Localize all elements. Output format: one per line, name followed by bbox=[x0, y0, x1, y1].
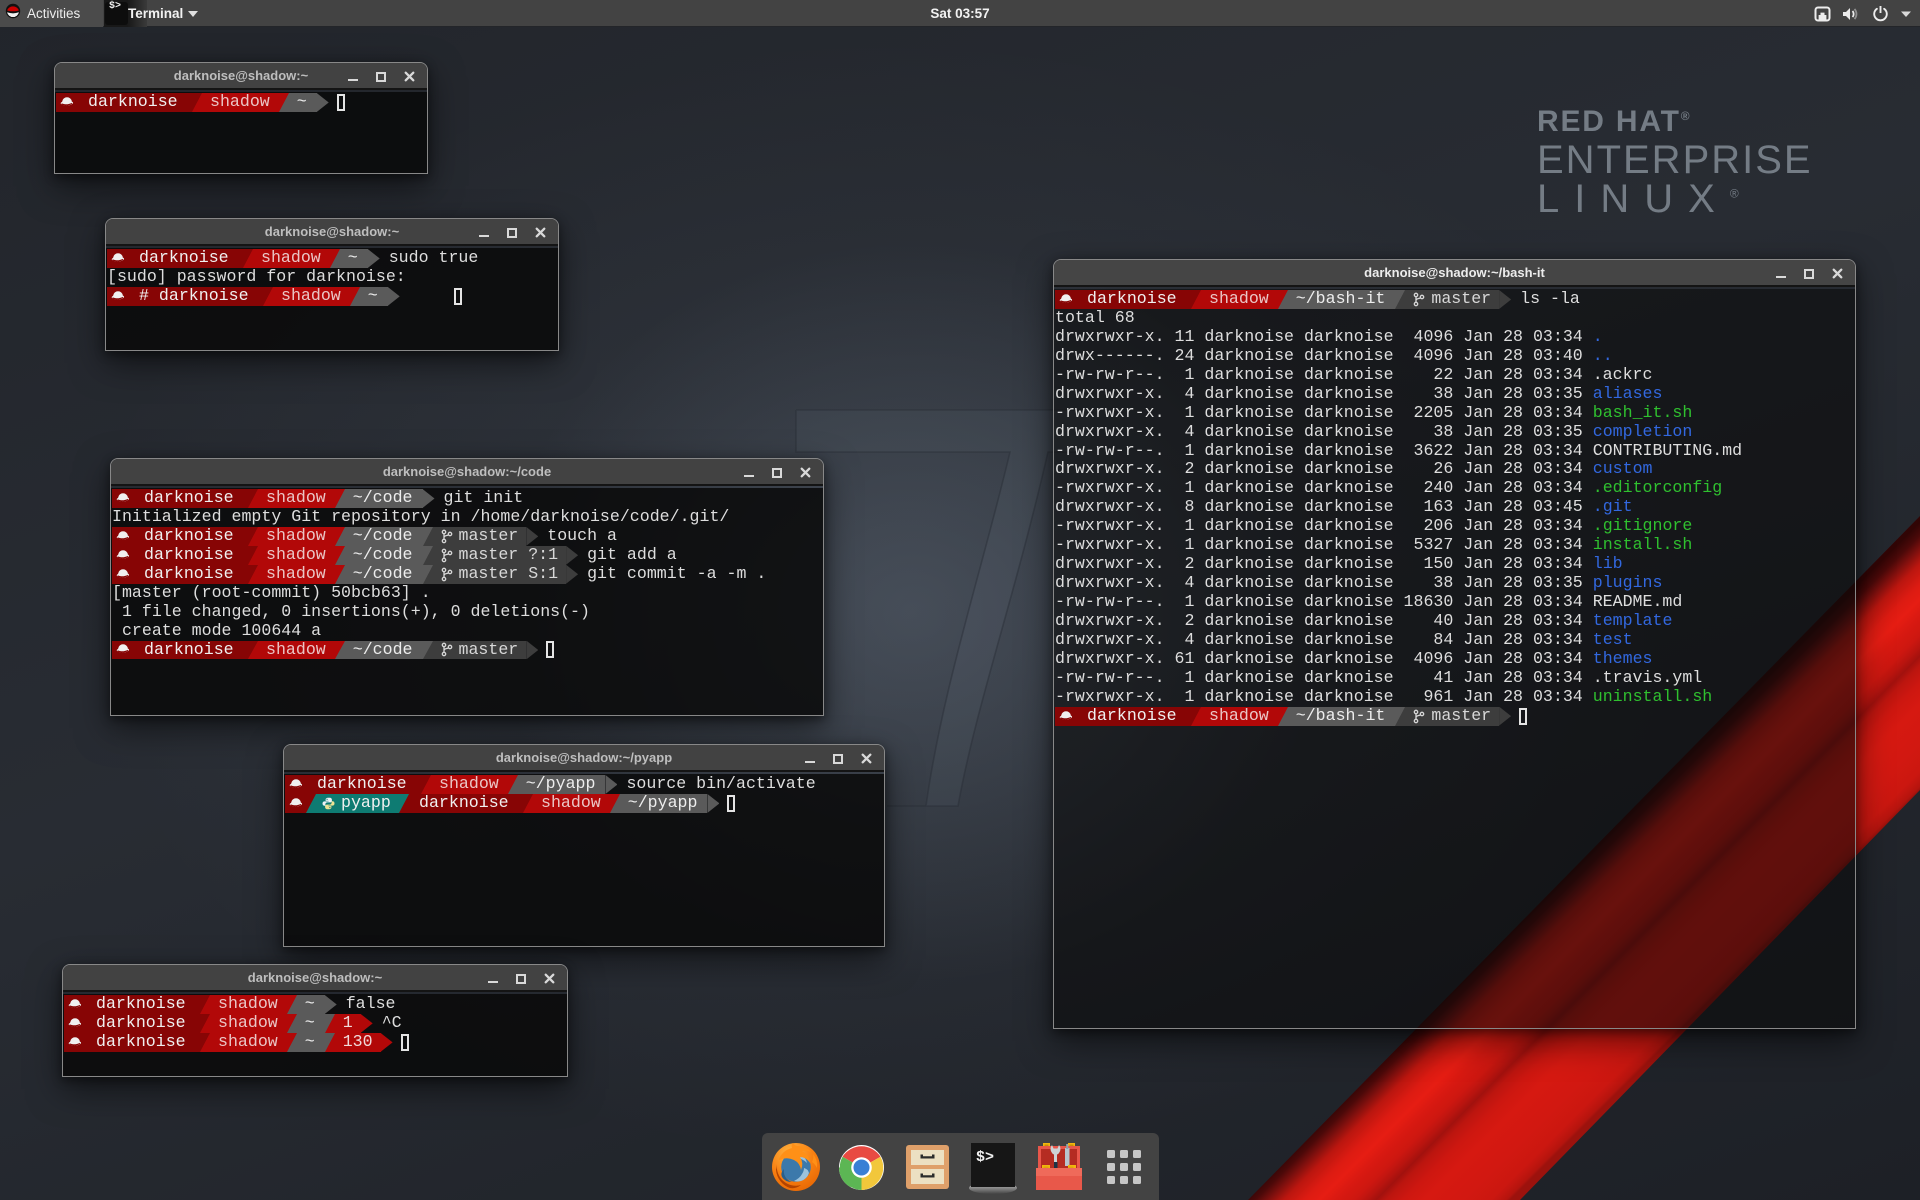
svg-text:$>: $> bbox=[976, 1149, 994, 1166]
